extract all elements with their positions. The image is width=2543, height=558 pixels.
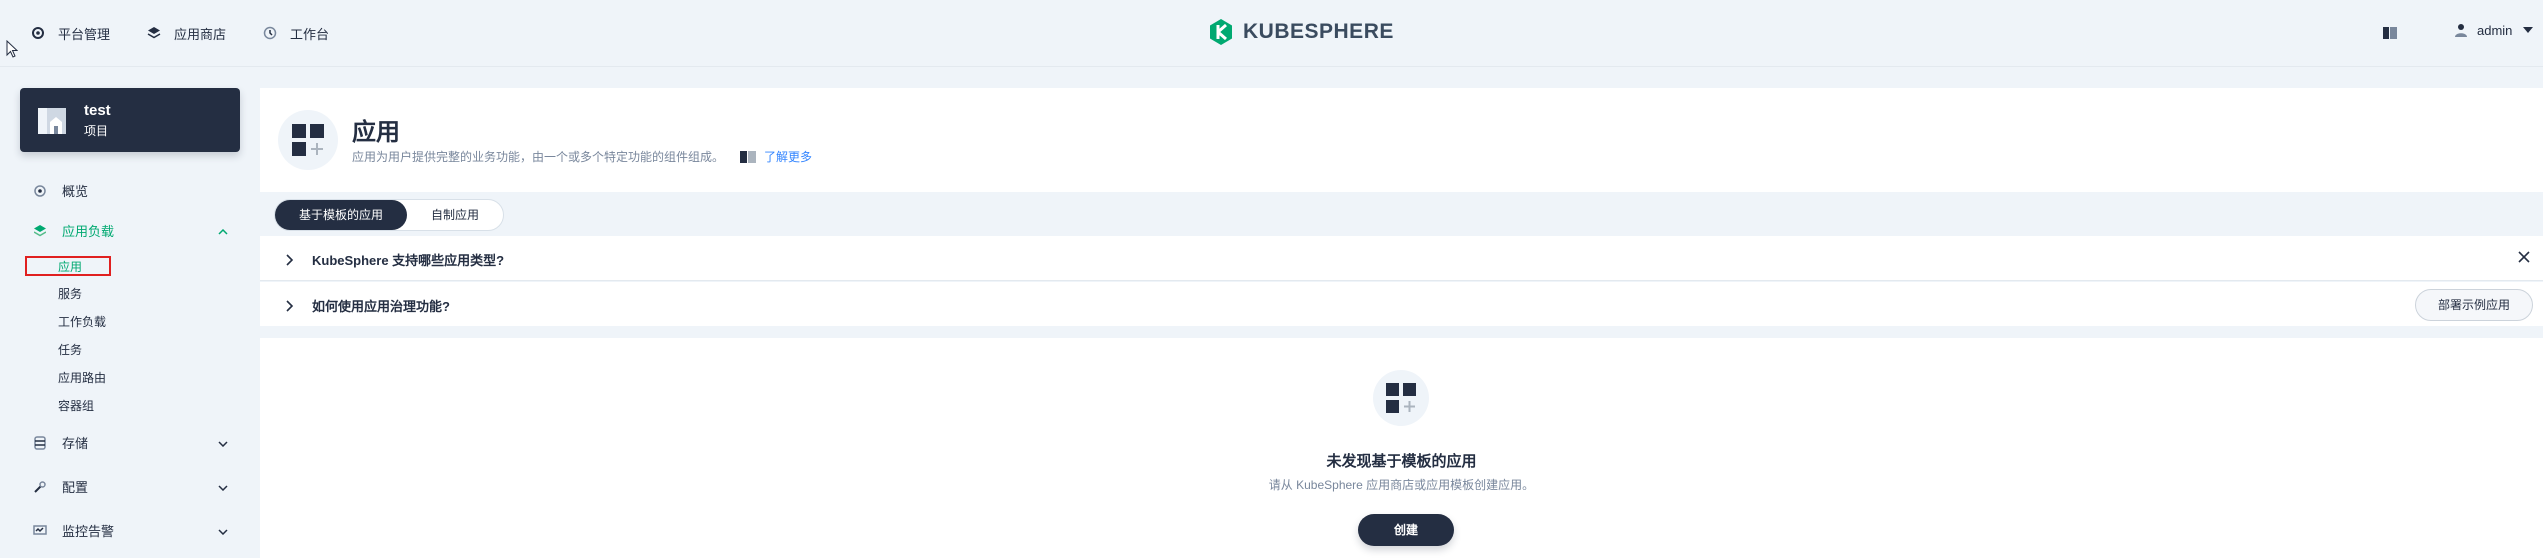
faq-item-app-governance: 如何使用应用治理功能? 部署示例应用 xyxy=(260,282,2543,326)
chevron-up-icon xyxy=(218,223,228,238)
monitor-icon xyxy=(32,523,48,539)
logo-text: KUBESPHERE xyxy=(1243,20,1394,43)
username: admin xyxy=(2477,22,2513,38)
empty-title: 未发现基于模板的应用 xyxy=(1326,453,1477,470)
chevron-down-icon xyxy=(218,523,228,538)
sidebar-item-overview[interactable]: 概览 xyxy=(32,181,228,200)
page-banner: 应用 应用为用户提供完整的业务功能，由一个或多个特定功能的组件组成。 了解更多 xyxy=(260,88,2543,192)
layers-icon xyxy=(32,223,48,239)
wrench-icon xyxy=(32,479,48,495)
nav-platform-management[interactable]: 平台管理 xyxy=(30,24,110,43)
chevron-right-icon xyxy=(282,252,298,268)
tab-bar: 基于模板的应用 自制应用 xyxy=(260,192,2543,236)
sidebar-sub-ingress[interactable]: 应用路由 xyxy=(58,369,106,386)
user-icon xyxy=(2453,22,2469,38)
caret-down-icon xyxy=(2520,22,2536,38)
nav-label: 应用商店 xyxy=(174,26,227,42)
user-menu[interactable]: admin xyxy=(2453,22,2536,38)
gear-icon xyxy=(30,25,46,41)
project-type: 项目 xyxy=(84,124,109,138)
sidebar-item-app-workloads[interactable]: 应用负载 xyxy=(32,221,228,240)
page-description-text: 应用为用户提供完整的业务功能，由一个或多个特定功能的组件组成。 xyxy=(352,150,725,164)
sidebar-item-config[interactable]: 配置 xyxy=(32,477,228,496)
sidebar-item-label: 应用负载 xyxy=(62,224,115,239)
book-icon xyxy=(740,149,757,165)
sidebar-item-monitoring[interactable]: 监控告警 xyxy=(32,521,228,540)
learn-more-link[interactable]: 了解更多 xyxy=(740,148,812,165)
dashboard-icon xyxy=(262,25,278,41)
tab-composed-apps[interactable]: 自制应用 xyxy=(407,200,503,230)
empty-description: 请从 KubeSphere 应用商店或应用模板创建应用。 xyxy=(1268,478,1535,492)
kubesphere-logo[interactable]: KUBESPHERE xyxy=(1207,18,1394,46)
faq-question-text: 如何使用应用治理功能? xyxy=(312,299,450,314)
learn-more-label: 了解更多 xyxy=(764,150,813,164)
chevron-down-icon xyxy=(218,435,228,450)
apps-icon xyxy=(278,110,338,170)
nav-app-store[interactable]: 应用商店 xyxy=(146,24,226,43)
apps-icon xyxy=(1373,370,1429,426)
overview-icon xyxy=(32,183,48,199)
database-icon xyxy=(32,435,48,451)
empty-state: 未发现基于模板的应用 请从 KubeSphere 应用商店或应用模板创建应用。 … xyxy=(260,338,2543,558)
create-button[interactable]: 创建 xyxy=(1358,514,1454,546)
nav-label: 平台管理 xyxy=(58,26,111,42)
project-card[interactable]: test 项目 xyxy=(20,88,240,152)
page-description: 应用为用户提供完整的业务功能，由一个或多个特定功能的组件组成。 了解更多 xyxy=(352,148,812,165)
mouse-pointer-icon xyxy=(6,39,19,63)
sidebar-item-label: 概览 xyxy=(62,184,89,199)
sidebar-sub-workloads[interactable]: 工作负载 xyxy=(58,313,106,330)
close-icon[interactable] xyxy=(2517,250,2531,269)
sidebar-item-label: 存储 xyxy=(62,436,89,451)
sidebar-item-label: 配置 xyxy=(62,480,89,495)
nav-label: 工作台 xyxy=(290,26,330,42)
faq-item-app-types: KubeSphere 支持哪些应用类型? xyxy=(260,236,2543,281)
deploy-sample-app-button[interactable]: 部署示例应用 xyxy=(2414,289,2533,321)
faq-question-text: KubeSphere 支持哪些应用类型? xyxy=(312,253,505,268)
sidebar-sub-pods[interactable]: 容器组 xyxy=(58,397,94,414)
sidebar-sub-apps[interactable]: 应用 xyxy=(58,258,82,275)
page-title: 应用 xyxy=(352,119,400,146)
project-icon xyxy=(36,104,68,136)
sidebar-sub-services[interactable]: 服务 xyxy=(58,285,82,302)
sidebar-item-label: 监控告警 xyxy=(62,524,115,539)
sidebar-sub-jobs[interactable]: 任务 xyxy=(58,341,82,358)
top-nav: 平台管理 应用商店 工作台 xyxy=(30,0,329,66)
nav-workbench[interactable]: 工作台 xyxy=(262,24,329,43)
project-name: test xyxy=(84,102,111,119)
top-bar: 平台管理 应用商店 工作台 KUBESPHERE admin xyxy=(0,0,2543,67)
tab-group: 基于模板的应用 自制应用 xyxy=(274,199,505,231)
chevron-right-icon xyxy=(282,298,298,314)
sidebar-item-storage[interactable]: 存储 xyxy=(32,433,228,452)
kubesphere-logo-icon xyxy=(1210,19,1232,45)
faq-question[interactable]: 如何使用应用治理功能? xyxy=(282,296,450,315)
chevron-down-icon xyxy=(218,479,228,494)
docs-icon[interactable] xyxy=(2383,26,2397,44)
tab-template-apps[interactable]: 基于模板的应用 xyxy=(275,200,408,230)
appstore-icon xyxy=(146,25,162,41)
faq-question[interactable]: KubeSphere 支持哪些应用类型? xyxy=(282,250,504,269)
